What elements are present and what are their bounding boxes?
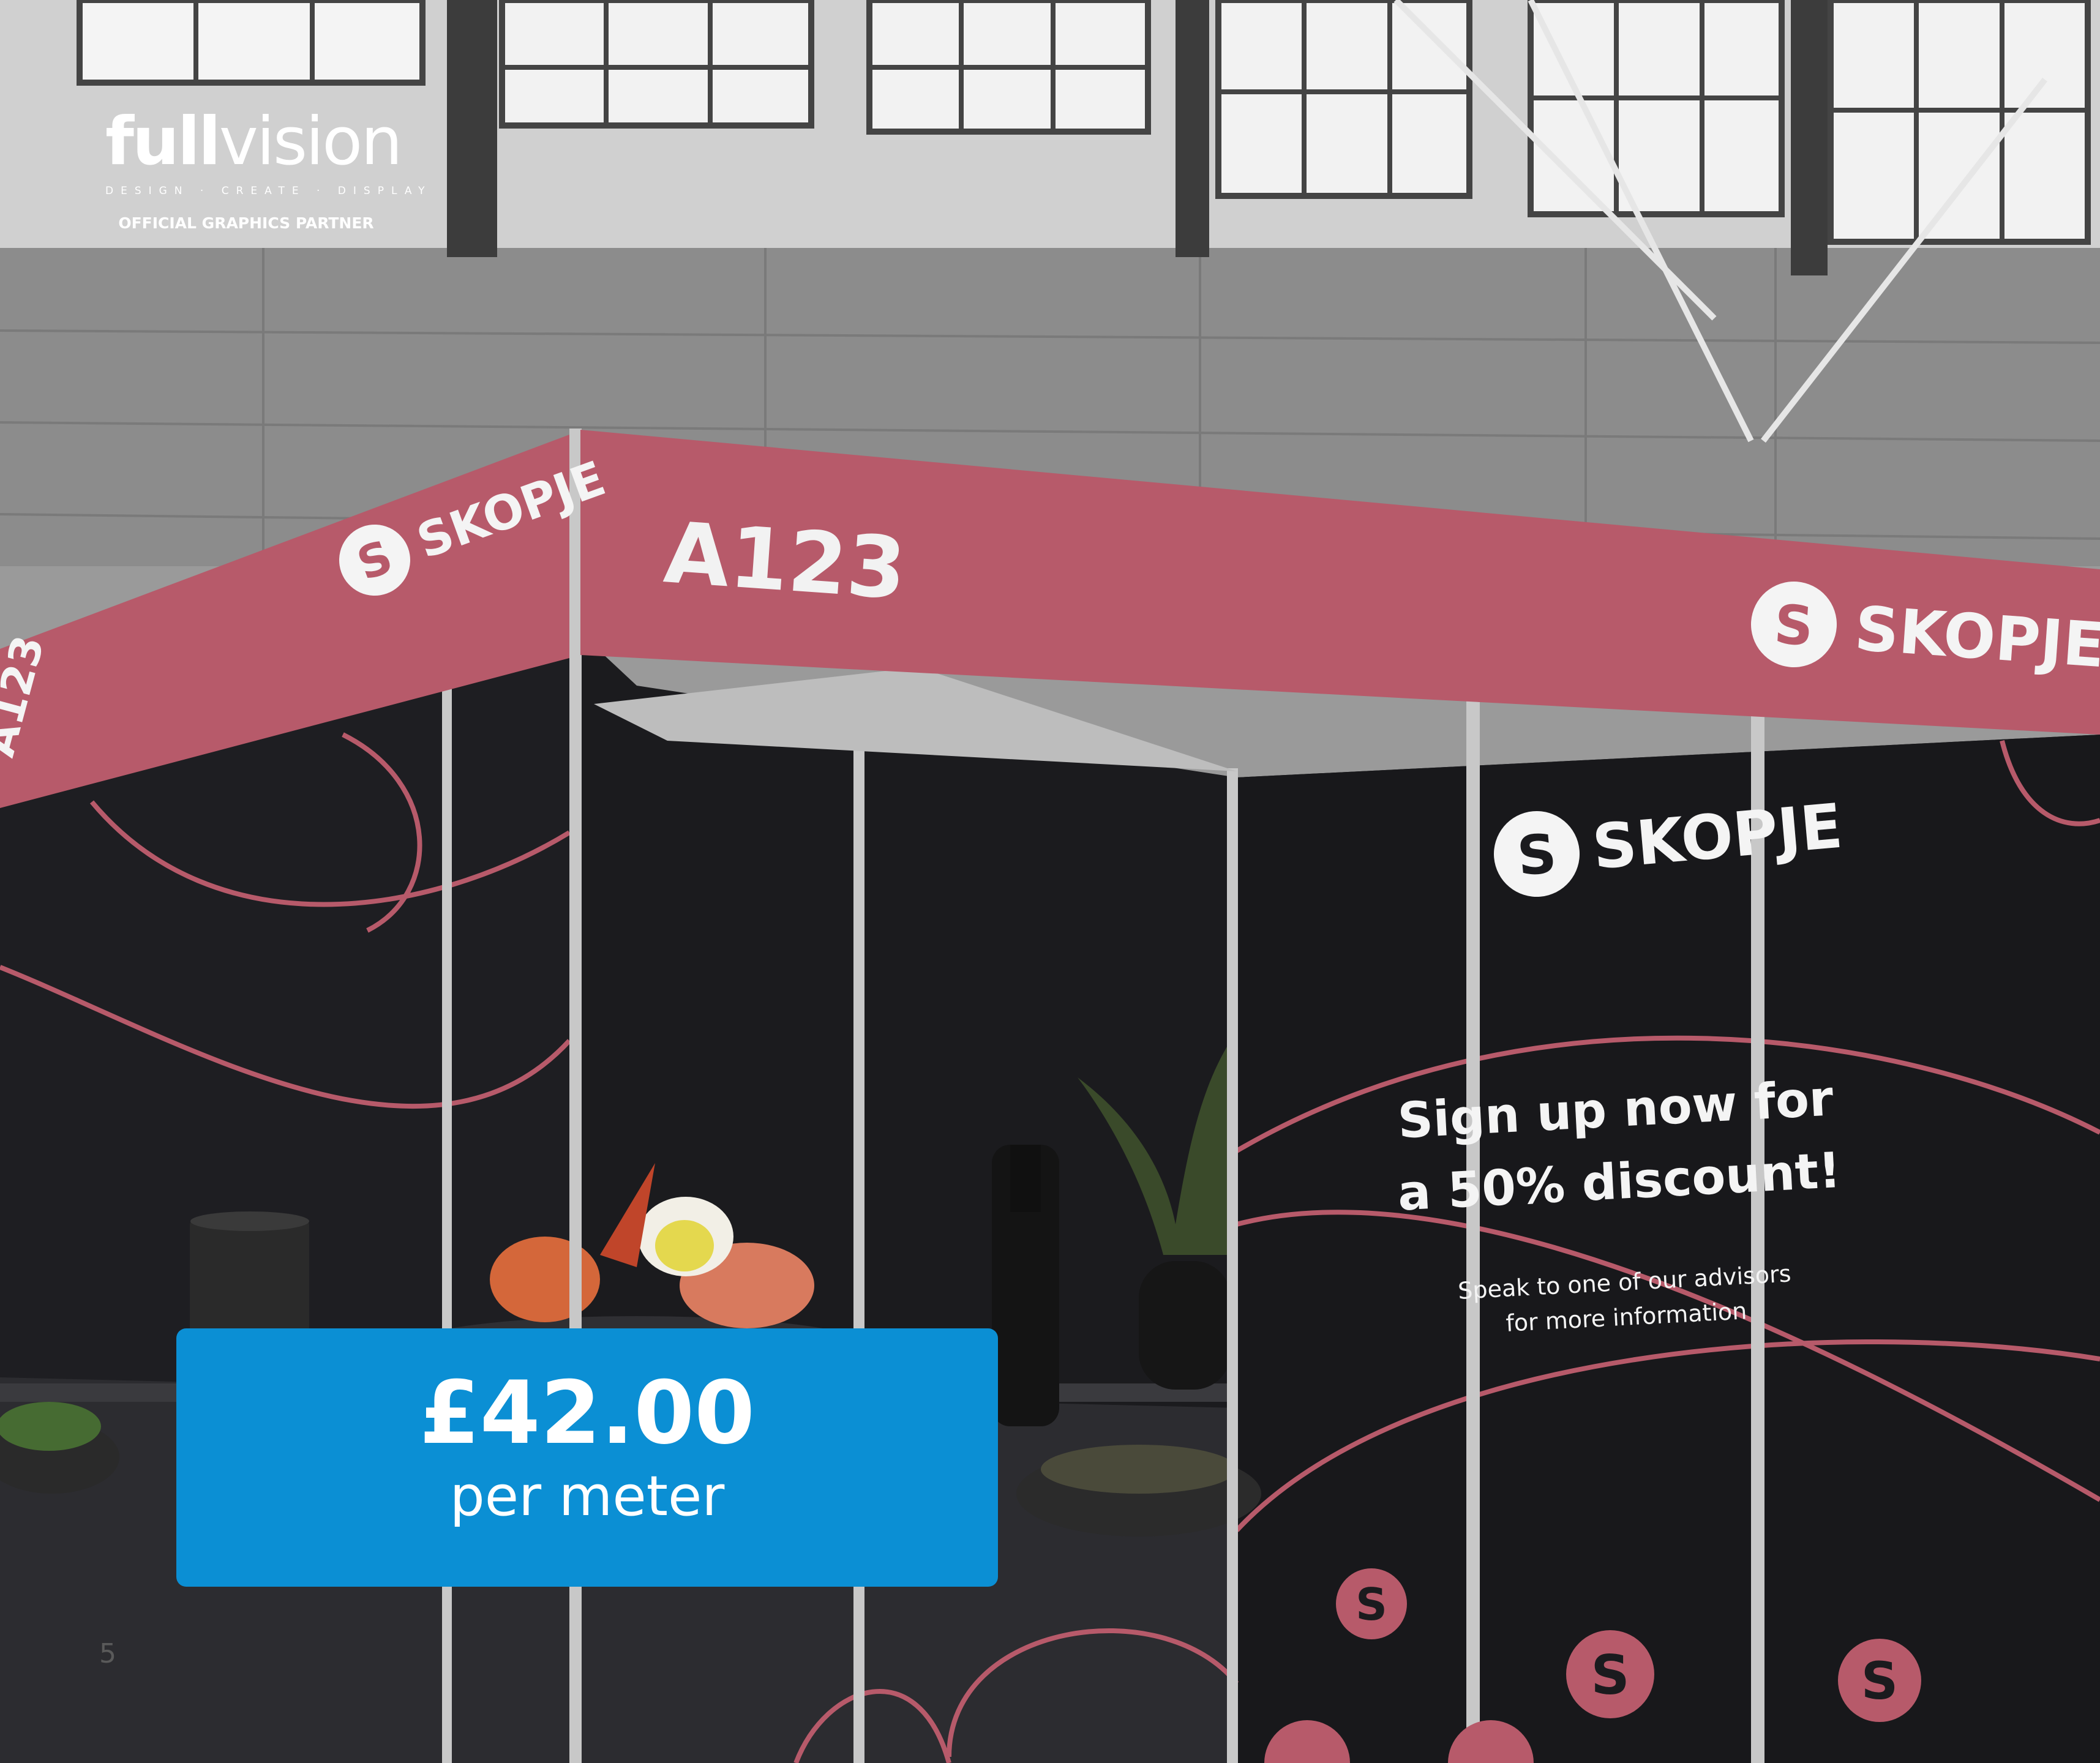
brand-initial: S [1772,593,1815,658]
fullvision-logo: fullvision DESIGN · CREATE · DISPLAY OFF… [105,109,432,233]
stand-number-front: A123 [661,503,909,618]
price-unit: per meter [449,1464,725,1529]
brand-initial: S [1591,1644,1629,1707]
price-badge: £42.00 per meter [176,1328,998,1587]
page-number: 5 [99,1638,116,1669]
price-amount: £42.00 [419,1363,755,1464]
brand-initial: S [1861,1651,1899,1711]
logo-wordmark-light: vision [219,103,403,180]
logo-wordmark-bold: full [105,103,221,180]
logo-tagline: DESIGN · CREATE · DISPLAY [105,185,432,197]
brand-initial: S [1515,822,1559,888]
slide: S SKOPJE A123 A123 S SKOPJE S SKOPJE Sig… [0,0,2100,1763]
logo-wordmark: fullvision [105,109,403,175]
partner-label: OFFICIAL GRAPHICS PARTNER [118,214,374,232]
brand-initial: S [1356,1579,1387,1630]
